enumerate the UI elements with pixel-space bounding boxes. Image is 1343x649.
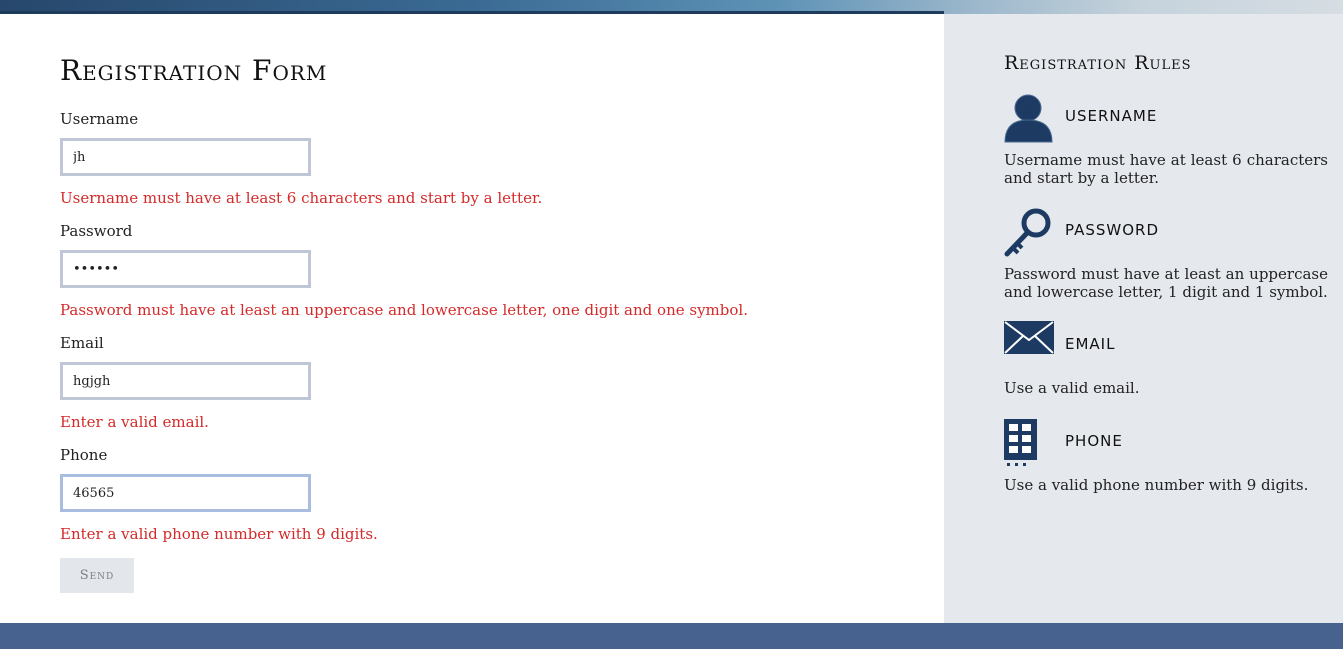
phone-icon [1004, 419, 1037, 466]
password-rule-text: Password must have at least an uppercase… [1004, 265, 1328, 301]
username-label: Username [60, 110, 139, 128]
phone-error: Enter a valid phone number with 9 digits… [60, 525, 378, 543]
phone-rule-text: Use a valid phone number with 9 digits. [1004, 476, 1309, 494]
email-rule-heading: EMAIL [1065, 335, 1116, 353]
key-icon [1004, 208, 1051, 257]
email-error: Enter a valid email. [60, 413, 209, 431]
top-banner [0, 0, 1343, 14]
envelope-icon [1004, 321, 1054, 354]
password-label: Password [60, 222, 133, 240]
footer-bar [0, 623, 1343, 649]
phone-input[interactable] [60, 474, 311, 512]
registration-rules-panel: Registration Rules USERNAME Username mus… [944, 14, 1343, 623]
email-input[interactable] [60, 362, 311, 400]
form-title: Registration Form [60, 54, 328, 87]
user-icon [1004, 94, 1053, 143]
phone-rule-heading: PHONE [1065, 432, 1123, 450]
username-rule-text: Username must have at least 6 characters… [1004, 151, 1328, 187]
password-input[interactable] [60, 250, 311, 288]
registration-form-panel: Registration Form Username Username must… [0, 14, 944, 623]
username-input[interactable] [60, 138, 311, 176]
rules-title: Registration Rules [1004, 52, 1192, 74]
username-rule-heading: USERNAME [1065, 107, 1158, 125]
phone-label: Phone [60, 446, 108, 464]
password-error: Password must have at least an uppercase… [60, 301, 748, 319]
send-button[interactable]: Send [60, 558, 134, 593]
username-error: Username must have at least 6 characters… [60, 189, 543, 207]
password-rule-heading: PASSWORD [1065, 221, 1160, 239]
email-label: Email [60, 334, 104, 352]
email-rule-text: Use a valid email. [1004, 379, 1140, 397]
